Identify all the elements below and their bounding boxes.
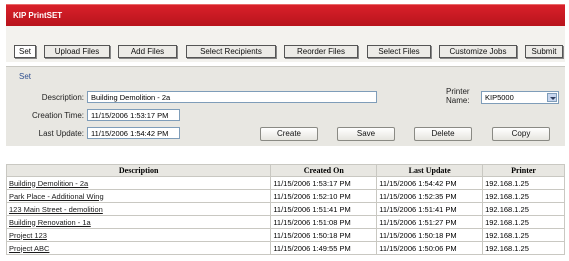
row-last-update: 11/15/2006 1:51:27 PM	[376, 215, 484, 229]
row-last-update: 11/15/2006 1:50:18 PM	[376, 228, 484, 242]
create-button[interactable]: Create	[260, 127, 318, 141]
chevron-down-icon[interactable]	[547, 93, 557, 102]
tab-select-files[interactable]: Select Files	[367, 45, 431, 58]
tab-upload-files[interactable]: Upload Files	[44, 45, 110, 58]
row-description-link[interactable]: Project ABC	[5, 241, 272, 255]
row-description-link[interactable]: Park Place - Additional Wing	[5, 189, 272, 203]
tab-add-files[interactable]: Add Files	[118, 45, 177, 58]
creation-time-label: Creation Time:	[31, 111, 84, 120]
save-button[interactable]: Save	[337, 127, 395, 141]
row-printer: 192.168.1.25	[482, 189, 565, 203]
row-last-update: 11/15/2006 1:50:06 PM	[376, 241, 484, 255]
table-row[interactable]: 123 Main Street - demolition 11/15/2006 …	[5, 202, 565, 216]
row-description-link[interactable]: Project 123	[5, 228, 272, 242]
section-title: Set	[19, 72, 32, 81]
column-header-last-update[interactable]: Last Update	[376, 164, 484, 177]
row-printer: 192.168.1.25	[482, 215, 565, 229]
table-row[interactable]: Park Place - Additional Wing 11/15/2006 …	[5, 189, 565, 203]
row-created-on: 11/15/2006 1:51:41 PM	[270, 202, 378, 216]
printer-name-select[interactable]: KIP5000	[481, 91, 559, 104]
column-header-printer[interactable]: Printer	[482, 164, 565, 177]
tab-bar: Set Upload Files Add Files Select Recipi…	[6, 26, 565, 62]
description-label: Description:	[41, 93, 84, 102]
printer-label-line2: Name:	[446, 96, 470, 105]
tab-reorder-files[interactable]: Reorder Files	[284, 45, 358, 58]
last-update-field: 11/15/2006 1:54:42 PM	[87, 127, 180, 139]
table-row[interactable]: Building Renovation - 1a 11/15/2006 1:51…	[5, 215, 565, 229]
row-created-on: 11/15/2006 1:49:55 PM	[270, 241, 378, 255]
row-created-on: 11/15/2006 1:51:08 PM	[270, 215, 378, 229]
column-header-description[interactable]: Description	[5, 164, 272, 177]
app-title: KIP PrintSET	[13, 11, 63, 20]
row-description-link[interactable]: 123 Main Street - demolition	[5, 202, 272, 216]
tab-set[interactable]: Set	[14, 45, 36, 58]
table-row[interactable]: Project ABC 11/15/2006 1:49:55 PM 11/15/…	[5, 241, 565, 255]
sets-table: Description Created On Last Update Print…	[5, 164, 565, 255]
set-form-panel: Set Description: Building Demolition - 2…	[6, 66, 565, 146]
row-printer: 192.168.1.25	[482, 202, 565, 216]
printer-label: Printer Name:	[446, 87, 476, 105]
tab-submit[interactable]: Submit	[525, 45, 563, 58]
row-description-link[interactable]: Building Renovation - 1a	[5, 215, 272, 229]
app-title-bar: KIP PrintSET	[6, 4, 565, 26]
creation-time-field: 11/15/2006 1:53:17 PM	[87, 109, 180, 121]
tab-select-recipients[interactable]: Select Recipients	[186, 45, 276, 58]
row-printer: 192.168.1.25	[482, 241, 565, 255]
row-created-on: 11/15/2006 1:53:17 PM	[270, 176, 378, 190]
copy-button[interactable]: Copy	[492, 127, 550, 141]
description-field[interactable]: Building Demolition - 2a	[87, 91, 377, 103]
row-last-update: 11/15/2006 1:52:35 PM	[376, 189, 484, 203]
row-printer: 192.168.1.25	[482, 228, 565, 242]
tab-customize-jobs[interactable]: Customize Jobs	[439, 45, 517, 58]
row-last-update: 11/15/2006 1:51:41 PM	[376, 202, 484, 216]
table-header-row: Description Created On Last Update Print…	[5, 164, 565, 177]
printer-name-value: KIP5000	[485, 93, 514, 102]
row-printer: 192.168.1.25	[482, 176, 565, 190]
column-header-created-on[interactable]: Created On	[270, 164, 378, 177]
row-created-on: 11/15/2006 1:50:18 PM	[270, 228, 378, 242]
table-row[interactable]: Building Demolition - 2a 11/15/2006 1:53…	[5, 176, 565, 190]
printer-label-line1: Printer	[446, 87, 470, 96]
row-last-update: 11/15/2006 1:54:42 PM	[376, 176, 484, 190]
delete-button[interactable]: Delete	[414, 127, 472, 141]
row-description-link[interactable]: Building Demolition - 2a	[5, 176, 272, 190]
table-row[interactable]: Project 123 11/15/2006 1:50:18 PM 11/15/…	[5, 228, 565, 242]
row-created-on: 11/15/2006 1:52:10 PM	[270, 189, 378, 203]
last-update-label: Last Update:	[38, 129, 84, 138]
